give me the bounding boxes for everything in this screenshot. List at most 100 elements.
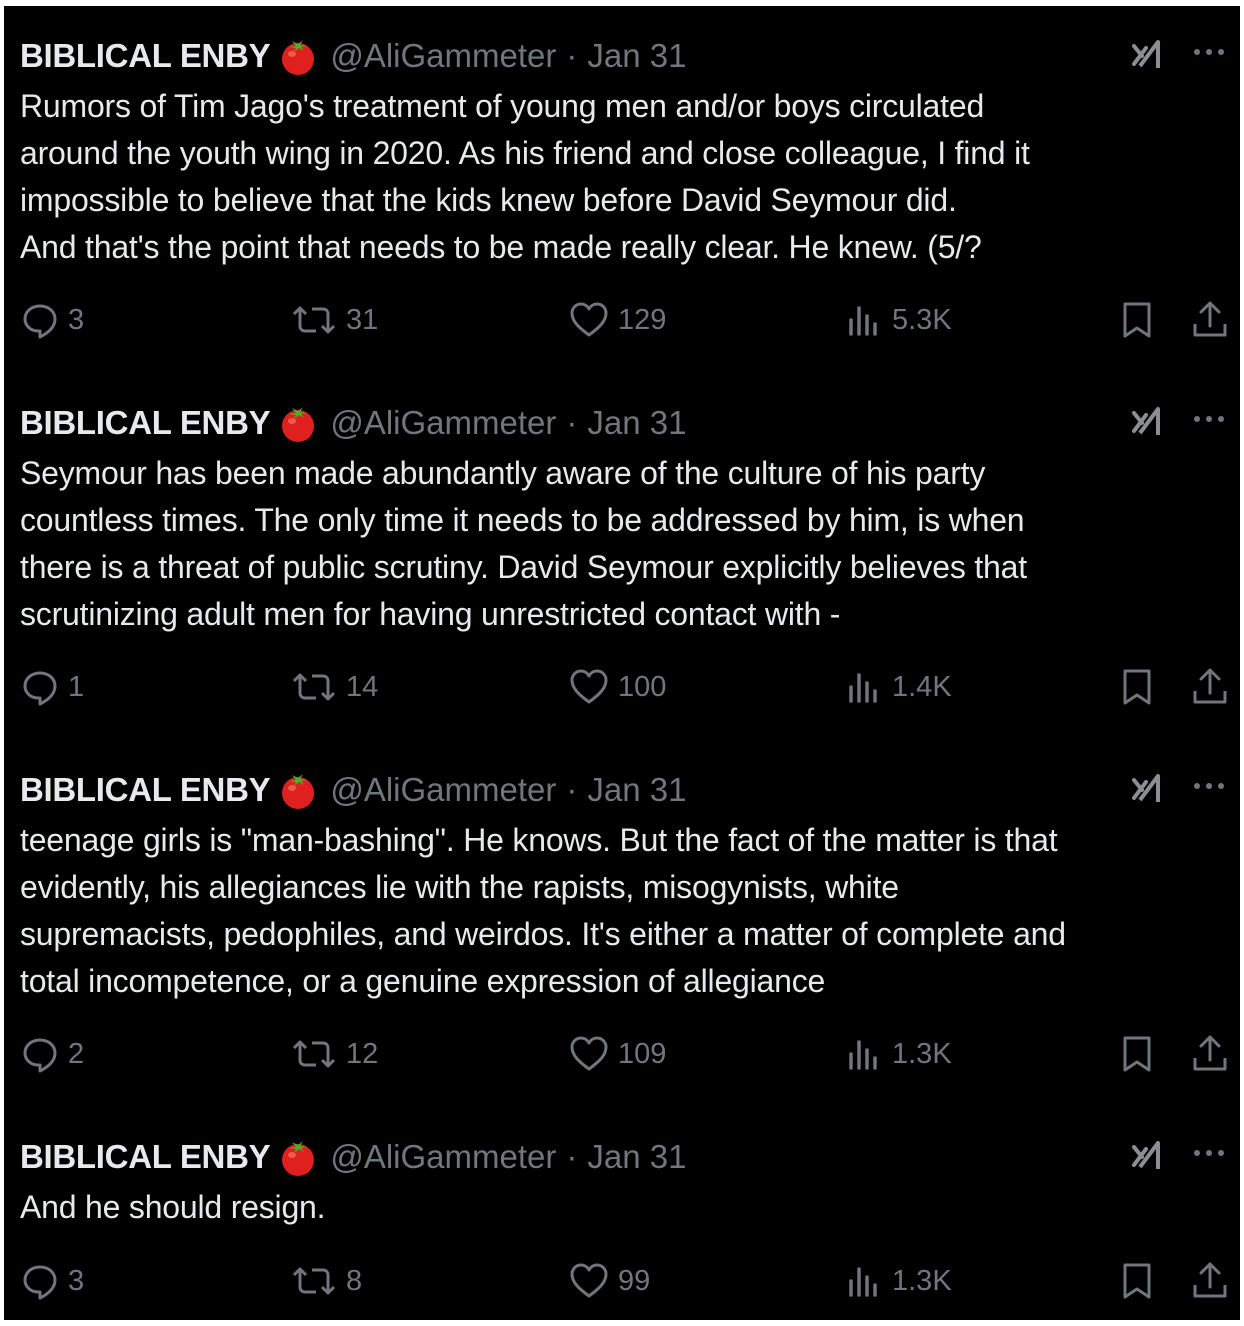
grok-icon[interactable] xyxy=(1126,34,1166,74)
like-icon xyxy=(570,1036,608,1071)
grok-icon[interactable] xyxy=(1126,401,1166,441)
reply-icon xyxy=(23,1265,57,1300)
reply-icon xyxy=(23,1038,57,1073)
reply-count: 2 xyxy=(68,1037,85,1070)
reply-button[interactable]: 3 xyxy=(20,300,84,340)
separator-dot: · xyxy=(566,404,578,441)
more-icon[interactable] xyxy=(1190,42,1228,62)
like-button[interactable]: 129 xyxy=(568,300,666,340)
bookmark-button[interactable] xyxy=(1118,1261,1156,1301)
display-name[interactable]: BIBLICAL ENBY xyxy=(20,37,271,75)
tweet-date[interactable]: Jan 31 xyxy=(587,404,686,442)
grok-icon[interactable] xyxy=(1126,768,1166,808)
views-count: 1.3K xyxy=(892,1264,952,1297)
views-button[interactable]: 5.3K xyxy=(844,300,952,340)
tweet[interactable]: BIBLICAL ENBY @AliGammeter · Jan 31 Seym… xyxy=(4,373,1240,740)
views-count: 1.3K xyxy=(892,1037,952,1070)
bookmark-icon xyxy=(1123,302,1151,338)
share-icon xyxy=(1193,1035,1227,1071)
like-count: 100 xyxy=(618,670,667,703)
reply-button[interactable]: 1 xyxy=(20,667,84,707)
repost-icon xyxy=(292,1267,336,1295)
share-button[interactable] xyxy=(1190,1034,1230,1074)
display-name[interactable]: BIBLICAL ENBY xyxy=(20,1138,271,1176)
handle[interactable]: @AliGammeter xyxy=(330,1138,556,1176)
views-icon xyxy=(849,1040,877,1070)
more-icon[interactable] xyxy=(1190,409,1228,429)
bookmark-button[interactable] xyxy=(1118,667,1156,707)
repost-count: 31 xyxy=(346,303,379,336)
repost-icon xyxy=(292,673,336,701)
bookmark-button[interactable] xyxy=(1118,300,1156,340)
share-icon xyxy=(1193,668,1227,704)
repost-button[interactable]: 8 xyxy=(290,1261,362,1301)
tweet-text: And he should resign. xyxy=(20,1189,326,1225)
grok-icon[interactable] xyxy=(1126,1135,1166,1175)
repost-count: 8 xyxy=(346,1264,363,1297)
bookmark-icon xyxy=(1123,1036,1151,1072)
views-icon xyxy=(849,306,877,336)
reply-icon xyxy=(23,304,57,339)
separator-dot: · xyxy=(566,771,578,808)
tweet-date[interactable]: Jan 31 xyxy=(587,1138,686,1176)
display-name[interactable]: BIBLICAL ENBY xyxy=(20,404,271,442)
reply-count: 3 xyxy=(68,1264,85,1297)
repost-button[interactable]: 31 xyxy=(290,300,378,340)
bookmark-icon xyxy=(1123,1263,1151,1299)
views-button[interactable]: 1.3K xyxy=(844,1034,952,1074)
bookmark-icon xyxy=(1123,669,1151,705)
tweet-text: Seymour has been made abundantly aware o… xyxy=(20,455,1027,632)
like-button[interactable]: 99 xyxy=(568,1261,650,1301)
tweet-header: BIBLICAL ENBY @AliGammeter · Jan 31 xyxy=(20,1137,686,1177)
views-icon xyxy=(849,1267,877,1297)
like-count: 129 xyxy=(618,303,667,336)
tweet-header: BIBLICAL ENBY @AliGammeter · Jan 31 xyxy=(20,770,686,810)
like-icon xyxy=(570,1263,608,1298)
tomato-icon xyxy=(278,36,318,76)
share-icon xyxy=(1193,1262,1227,1298)
tweet-text: teenage girls is "man-bashing". He knows… xyxy=(20,822,1066,999)
separator-dot: · xyxy=(566,1138,578,1175)
tweet[interactable]: BIBLICAL ENBY @AliGammeter · Jan 31 teen… xyxy=(4,740,1240,1107)
tweet-date[interactable]: Jan 31 xyxy=(587,37,686,75)
repost-button[interactable]: 14 xyxy=(290,667,378,707)
handle[interactable]: @AliGammeter xyxy=(330,37,556,75)
views-count: 1.4K xyxy=(892,670,952,703)
views-button[interactable]: 1.3K xyxy=(844,1261,952,1301)
views-button[interactable]: 1.4K xyxy=(844,667,952,707)
share-button[interactable] xyxy=(1190,667,1230,707)
repost-icon xyxy=(292,306,336,334)
handle[interactable]: @AliGammeter xyxy=(330,771,556,809)
tomato-icon xyxy=(278,403,318,443)
reply-count: 3 xyxy=(68,303,85,336)
like-icon xyxy=(570,669,608,704)
repost-count: 12 xyxy=(346,1037,379,1070)
tweet[interactable]: BIBLICAL ENBY @AliGammeter · Jan 31 Rumo… xyxy=(4,6,1240,373)
separator-dot: · xyxy=(566,37,578,74)
more-icon[interactable] xyxy=(1190,776,1228,796)
views-icon xyxy=(849,673,877,703)
repost-count: 14 xyxy=(346,670,379,703)
bookmark-button[interactable] xyxy=(1118,1034,1156,1074)
tweet[interactable]: BIBLICAL ENBY @AliGammeter · Jan 31 And … xyxy=(4,1107,1240,1320)
more-icon[interactable] xyxy=(1190,1143,1228,1163)
reply-button[interactable]: 3 xyxy=(20,1261,84,1301)
display-name[interactable]: BIBLICAL ENBY xyxy=(20,771,271,809)
repost-button[interactable]: 12 xyxy=(290,1034,378,1074)
share-button[interactable] xyxy=(1190,300,1230,340)
handle[interactable]: @AliGammeter xyxy=(330,404,556,442)
reply-button[interactable]: 2 xyxy=(20,1034,84,1074)
share-button[interactable] xyxy=(1190,1261,1230,1301)
like-icon xyxy=(570,302,608,337)
tweet-header: BIBLICAL ENBY @AliGammeter · Jan 31 xyxy=(20,403,686,443)
tomato-icon xyxy=(278,1137,318,1177)
repost-icon xyxy=(292,1040,336,1068)
tweet-date[interactable]: Jan 31 xyxy=(587,771,686,809)
tweet-text: Rumors of Tim Jago's treatment of young … xyxy=(20,88,1030,265)
like-button[interactable]: 100 xyxy=(568,667,666,707)
tomato-icon xyxy=(278,770,318,810)
reply-icon xyxy=(23,671,57,706)
like-button[interactable]: 109 xyxy=(568,1034,666,1074)
reply-count: 1 xyxy=(68,670,85,703)
tweet-header: BIBLICAL ENBY @AliGammeter · Jan 31 xyxy=(20,36,686,76)
